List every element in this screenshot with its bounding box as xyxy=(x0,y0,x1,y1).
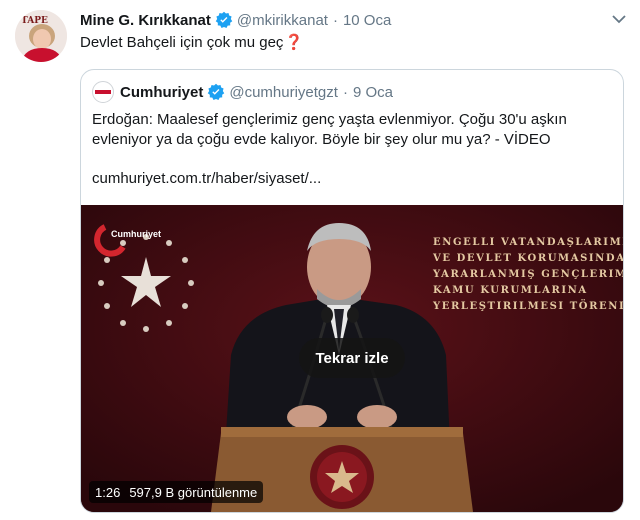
event-banner: Engelli Vatandaşlarımızın ve Devlet Koru… xyxy=(433,235,623,315)
tweet-card[interactable]: TAPE Mine G. Kırıkkanat @mkirikkanat · 1… xyxy=(0,0,640,520)
quoted-text: Erdoğan: Maalesef gençlerimiz genç yaşta… xyxy=(92,110,602,150)
video-stats-badge: 1:26 597,9 B görüntülenme xyxy=(89,481,264,503)
avatar-image: TAPE xyxy=(15,10,67,62)
tweet-timestamp[interactable]: 10 Oca xyxy=(343,12,391,29)
quoted-timestamp[interactable]: 9 Oca xyxy=(353,84,393,101)
verified-badge-icon xyxy=(215,11,233,29)
banner-line: Kamu Kurumlarına xyxy=(433,285,588,296)
channel-logo-text: Cumhuriyet xyxy=(111,229,162,239)
quoted-text-line: evleniyor ya da çoğu evde kalıyor. Böyle… xyxy=(92,131,551,148)
separator-dot: · xyxy=(342,83,348,101)
tweet-body: Devlet Bahçeli için çok mu geç xyxy=(80,34,284,51)
tweet-header: Mine G. Kırıkkanat @mkirikkanat · 10 Oca xyxy=(80,9,600,31)
video-duration: 1:26 xyxy=(95,484,121,500)
tweet-text: Devlet Bahçeli için çok mu geç❓ xyxy=(80,33,303,51)
quoted-link[interactable]: cumhuriyet.com.tr/haber/siyaset/... xyxy=(92,170,321,187)
caret-down-icon[interactable] xyxy=(610,12,628,24)
author-handle[interactable]: @mkirikkanat xyxy=(237,12,328,29)
video-player[interactable]: Cumhuriyet Engelli Vatandaşlarımızın ve … xyxy=(81,205,623,512)
quoted-text-line: Erdoğan: Maalesef gençlerimiz genç yaşta… xyxy=(92,111,567,128)
banner-line: Yararlanmış Gençlerimizin xyxy=(433,269,623,280)
quoted-header: Cumhuriyet @cumhuriyetgzt · 9 Oca xyxy=(92,81,393,103)
verified-badge-icon xyxy=(207,83,225,101)
quoted-avatar[interactable] xyxy=(92,81,114,103)
author-avatar[interactable]: TAPE xyxy=(15,10,67,62)
author-name[interactable]: Mine G. Kırıkkanat xyxy=(80,12,211,29)
video-views: 597,9 B görüntülenme xyxy=(129,484,258,500)
banner-line: ve Devlet Korumasından xyxy=(433,253,623,264)
replay-button[interactable]: Tekrar izle xyxy=(299,338,405,378)
separator-dot: · xyxy=(332,11,338,29)
banner-line: Yerleştirilmesi Töreni xyxy=(433,301,623,312)
quoted-author-handle[interactable]: @cumhuriyetgzt xyxy=(229,84,338,101)
red-question-mark-icon: ❓ xyxy=(284,34,304,51)
banner-line: Engelli Vatandaşlarımızın xyxy=(433,237,623,248)
quoted-author-name[interactable]: Cumhuriyet xyxy=(120,84,203,101)
quoted-tweet[interactable]: Cumhuriyet @cumhuriyetgzt · 9 Oca Erdoğa… xyxy=(80,69,624,513)
